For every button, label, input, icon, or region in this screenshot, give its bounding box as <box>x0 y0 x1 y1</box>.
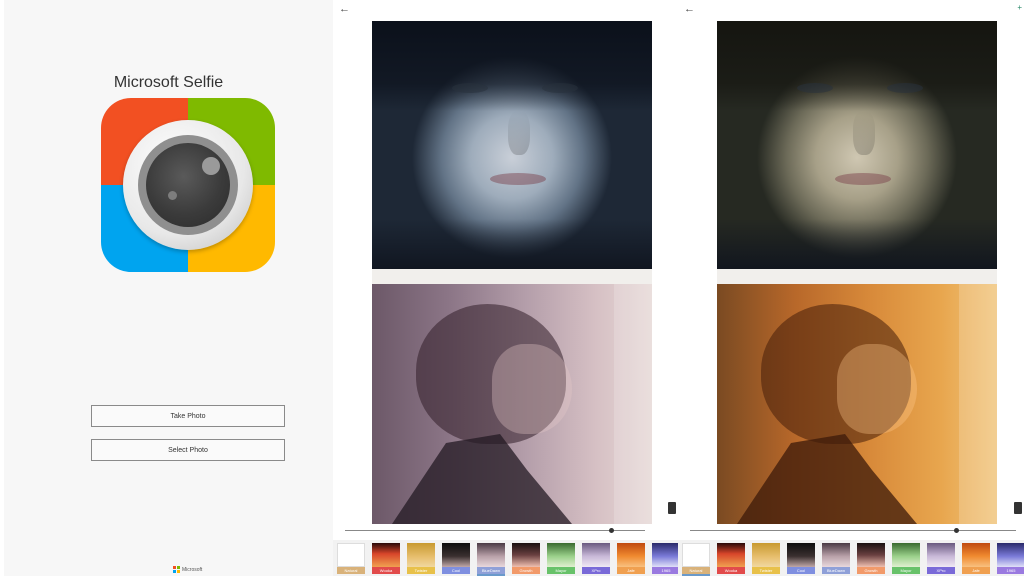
filter-strip: Natural Wooka Twister Cool BlueDawn Growth May… <box>678 540 1024 576</box>
filter-mayor[interactable]: Mayor <box>547 543 575 575</box>
arrow-left-icon[interactable]: ← <box>684 3 695 15</box>
filter-mayor[interactable]: Mayor <box>892 543 920 575</box>
editor-topbar: ← <box>333 0 678 20</box>
filter-label: Twister <box>407 567 435 574</box>
filter-swatch <box>442 543 470 567</box>
footer-brand: Microsoft <box>173 566 202 573</box>
filter-label: BlueDawn <box>822 567 850 574</box>
filter-swatch <box>787 543 815 567</box>
editor-topbar: ← + <box>678 0 1024 20</box>
filter-label: Jafe <box>617 567 645 574</box>
intensity-slider-thumb[interactable] <box>954 528 959 533</box>
photo-portrait-bottom <box>372 284 652 524</box>
filter-swatch <box>857 543 885 567</box>
filter-bluedawn[interactable]: BlueDawn <box>477 543 505 576</box>
filter-growth[interactable]: Growth <box>512 543 540 575</box>
app-title: Microsoft Selfie <box>113 74 224 91</box>
filter-natural[interactable]: Natural <box>682 543 710 576</box>
filter-natural[interactable]: Natural <box>337 543 365 575</box>
filter-swatch <box>337 543 365 567</box>
photo-separator <box>717 269 997 284</box>
filter-bluedawn[interactable]: BlueDawn <box>822 543 850 575</box>
filter-label: 1965 <box>652 567 678 574</box>
filter-label: Wooka <box>717 567 745 574</box>
take-photo-button[interactable]: Take Photo <box>91 405 285 427</box>
filter-swatch <box>617 543 645 567</box>
launch-screen: Microsoft Selfie Take Photo Select Photo <box>0 0 333 576</box>
intensity-slider[interactable] <box>345 530 645 531</box>
filter-label: Twister <box>752 567 780 574</box>
filter-growth[interactable]: Growth <box>857 543 885 575</box>
arrow-left-icon[interactable]: ← <box>339 3 350 15</box>
filter-twister[interactable]: Twister <box>407 543 435 575</box>
filter-swatch <box>822 543 850 567</box>
filter-label: 1965 <box>997 567 1024 574</box>
filter-1965[interactable]: 1965 <box>997 543 1024 575</box>
filter-cool[interactable]: Cool <box>787 543 815 575</box>
filter-swatch <box>752 543 780 567</box>
filter-jafe[interactable]: Jafe <box>617 543 645 575</box>
compare-icon[interactable] <box>668 502 676 514</box>
filter-swatch <box>717 543 745 567</box>
photo-separator <box>372 269 652 284</box>
editor-left: ← Natural Wooka Twister Cool BlueDawn Growth M… <box>333 0 678 576</box>
filter-label: Mayor <box>547 567 575 574</box>
filter-wooka[interactable]: Wooka <box>372 543 400 575</box>
camera-lens-icon <box>123 120 253 250</box>
filter-label: Cool <box>442 567 470 574</box>
filter-swatch <box>962 543 990 567</box>
photo-portrait-top <box>717 21 997 269</box>
filter-label: Growth <box>857 567 885 574</box>
microsoft-logo-icon <box>173 566 180 573</box>
filter-label: Natural <box>682 567 710 574</box>
add-icon[interactable]: + <box>1017 3 1022 12</box>
photo-portrait-bottom <box>717 284 997 524</box>
screenshot-root: Microsoft Selfie Take Photo Select Photo <box>0 0 1024 576</box>
filter-swatch <box>652 543 678 567</box>
filter-swatch <box>407 543 435 567</box>
editor-right: ← + Natural Wooka Twister Cool BlueDawn Growt… <box>678 0 1024 576</box>
filter-swatch <box>997 543 1024 567</box>
filter-label: Natural <box>337 567 365 574</box>
filter-twister[interactable]: Twister <box>752 543 780 575</box>
filter-swatch <box>582 543 610 567</box>
filter-swatch <box>372 543 400 567</box>
filter-label: Wooka <box>372 567 400 574</box>
footer-brand-label: Microsoft <box>182 566 203 573</box>
intensity-slider[interactable] <box>690 530 1016 531</box>
filter-swatch <box>682 543 710 567</box>
filter-swatch <box>512 543 540 567</box>
filter-label: Cool <box>787 567 815 574</box>
filter-xpro[interactable]: XPro <box>582 543 610 575</box>
filter-swatch <box>892 543 920 567</box>
filter-jafe[interactable]: Jafe <box>962 543 990 575</box>
filter-swatch <box>547 543 575 567</box>
filter-label: Jafe <box>962 567 990 574</box>
select-photo-button[interactable]: Select Photo <box>91 439 285 461</box>
filter-xpro[interactable]: XPro <box>927 543 955 575</box>
filter-label: BlueDawn <box>477 567 505 574</box>
filter-strip: Natural Wooka Twister Cool BlueDawn Growth May… <box>333 540 678 576</box>
compare-icon[interactable] <box>1014 502 1022 514</box>
filter-label: XPro <box>582 567 610 574</box>
filter-label: XPro <box>927 567 955 574</box>
filter-label: Mayor <box>892 567 920 574</box>
filter-wooka[interactable]: Wooka <box>717 543 745 575</box>
filter-cool[interactable]: Cool <box>442 543 470 575</box>
intensity-slider-thumb[interactable] <box>609 528 614 533</box>
filter-swatch <box>927 543 955 567</box>
filter-label: Growth <box>512 567 540 574</box>
photo-portrait-top <box>372 21 652 269</box>
filter-1965[interactable]: 1965 <box>652 543 678 575</box>
filter-swatch <box>477 543 505 567</box>
app-logo-icon <box>101 98 275 272</box>
